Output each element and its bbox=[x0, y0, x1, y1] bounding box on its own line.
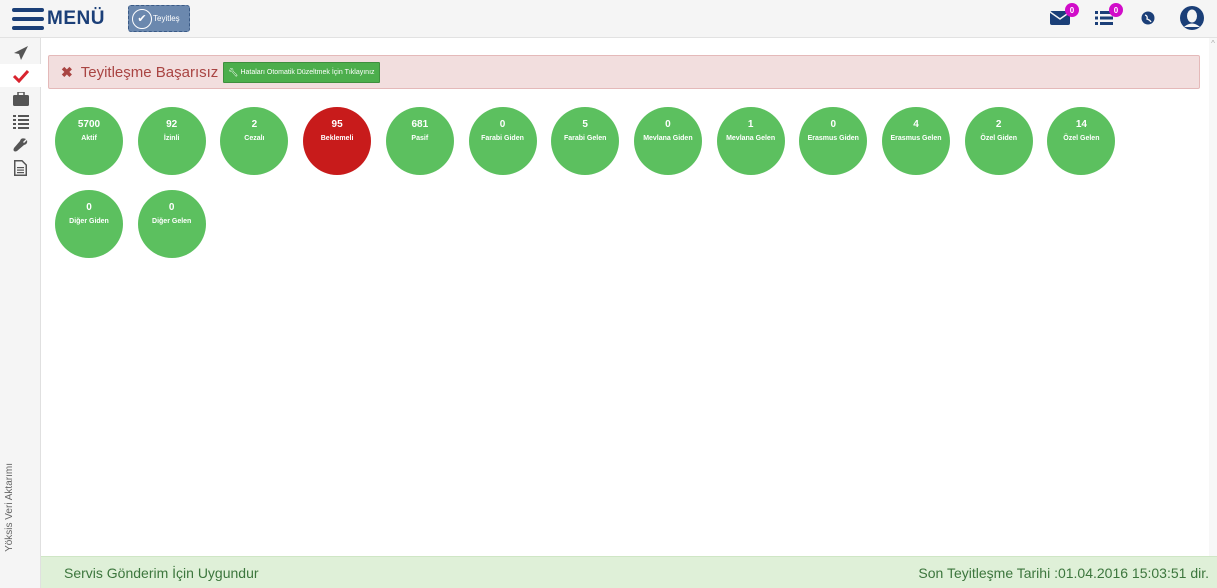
stat-label: Mevlana Gelen bbox=[726, 135, 776, 142]
stat-label: Özel Gelen bbox=[1063, 135, 1100, 142]
close-icon: ✖ bbox=[61, 63, 73, 80]
stat-value: 92 bbox=[166, 119, 178, 130]
auto-fix-button-label: Hataları Otomatik Düzeltmek İçin Tıklayı… bbox=[240, 68, 375, 76]
stat-circle[interactable]: 5 Farabi Gelen bbox=[551, 107, 620, 175]
main-content: ✖ Teyitleşme Başarısız 🔧︎ Hataları Otoma… bbox=[41, 38, 1209, 556]
stat-label: Farabi Gelen bbox=[563, 135, 607, 142]
user-icon[interactable] bbox=[1179, 5, 1205, 31]
menu-label: MENÜ bbox=[47, 8, 105, 29]
stat-label: Pasif bbox=[411, 135, 429, 142]
stat-label: Aktif bbox=[81, 135, 97, 142]
stat-value: 0 bbox=[499, 119, 506, 130]
top-bar: MENÜ ✔ Teyitleş 0 0 bbox=[0, 0, 1217, 38]
scroll-up-icon[interactable]: ^ bbox=[1209, 40, 1217, 48]
stat-value: 1 bbox=[747, 119, 754, 130]
stat-value: 5700 bbox=[77, 119, 101, 130]
list-ordered-icon[interactable] bbox=[0, 110, 41, 133]
stat-label: Erasmus Giden bbox=[807, 135, 859, 142]
stat-label: Beklemeli bbox=[320, 135, 354, 142]
stat-circle[interactable]: 0 Farabi Giden bbox=[468, 107, 537, 175]
stat-value: 4 bbox=[913, 119, 919, 130]
status-footer: Servis Gönderim İçin Uygundur Son Teyitl… bbox=[41, 556, 1217, 588]
stat-circle[interactable]: 5700 Aktif bbox=[55, 107, 123, 175]
stat-circle[interactable]: 14 Özel Gelen bbox=[1047, 107, 1116, 175]
vertical-menu-label[interactable]: Yöksis Veri Aktarımı bbox=[4, 463, 15, 552]
stat-label: Diğer Giden bbox=[69, 218, 109, 225]
stat-value: 0 bbox=[665, 119, 671, 130]
stat-label: Cezalı bbox=[244, 135, 265, 142]
task-count-badge: 0 bbox=[1109, 3, 1123, 17]
stat-label: Erasmus Gelen bbox=[890, 135, 942, 142]
briefcase-icon[interactable] bbox=[0, 87, 41, 110]
stat-value: 0 bbox=[86, 202, 92, 213]
stat-label: Özel Giden bbox=[980, 135, 1017, 142]
envelope-icon[interactable]: 0 bbox=[1047, 3, 1079, 31]
stat-circle[interactable]: 92 İzinli bbox=[137, 107, 206, 175]
status-chip[interactable]: ✔ Teyitleş bbox=[128, 5, 190, 32]
stat-label: İzinli bbox=[163, 135, 180, 142]
sidebar: Yöksis Veri Aktarımı bbox=[0, 38, 41, 588]
scrollbar[interactable] bbox=[1209, 38, 1217, 556]
stat-circle[interactable]: 0 Diğer Gelen bbox=[137, 190, 206, 258]
hamburger-icon bbox=[12, 8, 44, 30]
stat-value: 2 bbox=[251, 119, 258, 130]
message-count-badge: 0 bbox=[1065, 3, 1079, 17]
check-icon[interactable] bbox=[0, 64, 41, 87]
stat-circle[interactable]: 0 Erasmus Giden bbox=[799, 107, 868, 175]
wrench-icon[interactable] bbox=[0, 133, 41, 156]
list-icon[interactable]: 0 bbox=[1091, 3, 1123, 31]
check-circle-icon: ✔ bbox=[132, 8, 152, 29]
wrench-icon: 🔧︎ bbox=[228, 67, 239, 77]
error-alert: ✖ Teyitleşme Başarısız 🔧︎ Hataları Otoma… bbox=[48, 55, 1200, 89]
globe-icon[interactable] bbox=[1135, 5, 1161, 31]
stat-circle[interactable]: 2 Cezalı bbox=[220, 107, 289, 175]
status-chip-label: Teyitleş bbox=[153, 14, 180, 23]
stat-value: 95 bbox=[331, 119, 343, 130]
last-sync-text: Son Teyitleşme Tarihi :01.04.2016 15:03:… bbox=[918, 564, 1209, 581]
stat-label: Farabi Giden bbox=[481, 135, 524, 142]
stat-value: 5 bbox=[582, 119, 588, 130]
top-right-icons: 0 0 bbox=[1029, 3, 1205, 31]
stat-value: 681 bbox=[411, 119, 429, 130]
send-icon[interactable] bbox=[0, 41, 41, 64]
stat-value: 2 bbox=[995, 119, 1002, 130]
stat-value: 0 bbox=[168, 202, 175, 213]
stat-value: 14 bbox=[1075, 119, 1087, 130]
stat-value: 0 bbox=[830, 119, 837, 130]
stat-circle[interactable]: 681 Pasif bbox=[385, 107, 454, 175]
stat-circle[interactable]: 0 Mevlana Giden bbox=[633, 107, 702, 175]
menu-button[interactable]: MENÜ bbox=[12, 8, 105, 30]
stat-circle[interactable]: 95 Beklemeli bbox=[303, 107, 372, 175]
stat-circle[interactable]: 1 Mevlana Gelen bbox=[716, 107, 785, 175]
stat-circle[interactable]: 2 Özel Giden bbox=[964, 107, 1033, 175]
stat-label: Mevlana Giden bbox=[643, 135, 693, 142]
service-status-text: Servis Gönderim İçin Uygundur bbox=[64, 564, 259, 581]
stat-label: Diğer Gelen bbox=[152, 218, 192, 225]
document-icon[interactable] bbox=[0, 156, 41, 179]
stat-circle[interactable]: 0 Diğer Giden bbox=[55, 190, 123, 258]
auto-fix-button[interactable]: 🔧︎ Hataları Otomatik Düzeltmek İçin Tıkl… bbox=[223, 61, 380, 83]
alert-title: Teyitleşme Başarısız bbox=[80, 63, 219, 81]
stat-circle[interactable]: 4 Erasmus Gelen bbox=[882, 107, 950, 175]
